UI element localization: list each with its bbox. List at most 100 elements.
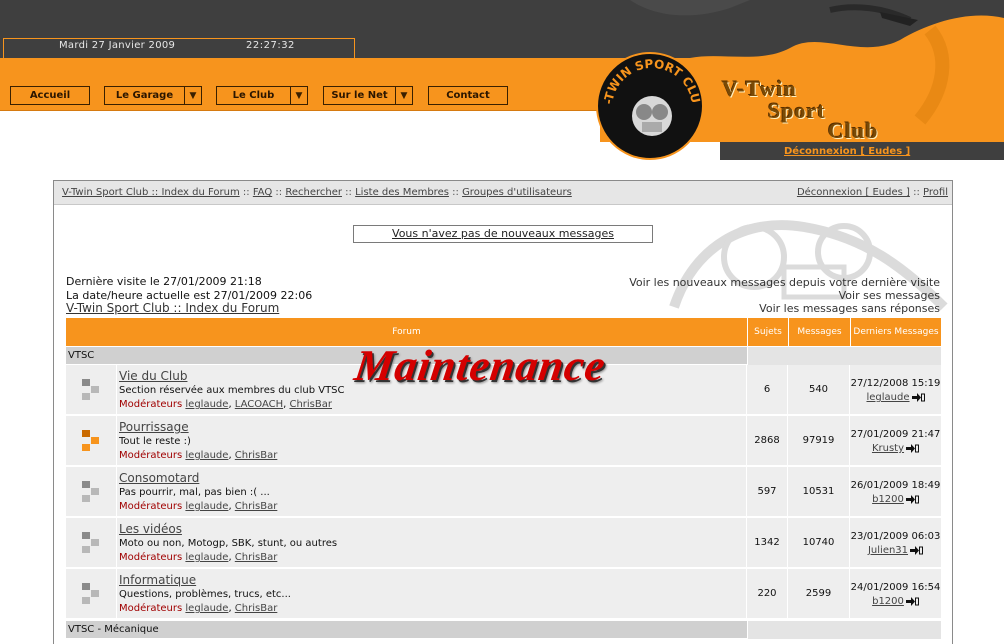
- forum-row[interactable]: Consomotard Pas pourrir, mal, pas bien :(…: [66, 467, 941, 518]
- forum-row[interactable]: Pourrissage Tout le reste :) Modérateurs l…: [66, 416, 941, 467]
- forum-no-new-posts-icon: [82, 531, 99, 553]
- last-post-date: 24/01/2009 16:54: [850, 582, 941, 593]
- forum-status-cell: [66, 569, 116, 618]
- forum-description: Section réservée aux membres du club VTS…: [119, 385, 345, 396]
- forum-new-posts-icon: [82, 429, 99, 451]
- forum-moderators: Modérateurs leglaude, ChrisBar: [119, 603, 278, 614]
- forum-title-link[interactable]: Les vidéos: [119, 522, 182, 536]
- nav-separator: ::: [242, 187, 250, 198]
- moderator-link[interactable]: leglaude: [185, 552, 228, 563]
- last-post-author-line: leglaude: [850, 391, 941, 405]
- moderators-label: Modérateurs: [119, 501, 183, 512]
- moderator-link[interactable]: ChrisBar: [235, 501, 278, 512]
- moderator-link[interactable]: ChrisBar: [235, 450, 278, 461]
- last-post-author-link[interactable]: Krusty: [872, 443, 904, 454]
- last-post-author-link[interactable]: b1200: [872, 494, 904, 505]
- club-logo[interactable]: V-TWIN SPORT CLUB: [596, 52, 704, 160]
- link-member-list[interactable]: Liste des Membres: [355, 187, 449, 198]
- link-forum-index[interactable]: V-Twin Sport Club :: Index du Forum: [62, 187, 240, 198]
- nav-le-club-label: Le Club: [232, 90, 275, 101]
- chevron-down-icon[interactable]: ▼: [184, 87, 201, 104]
- forum-index-link[interactable]: V-Twin Sport Club :: Index du Forum: [66, 301, 279, 315]
- category-filler: [747, 347, 941, 365]
- last-post-date: 27/12/2008 15:19: [850, 378, 941, 389]
- nav-le-garage[interactable]: Le Garage ▼: [104, 86, 202, 105]
- nav-sur-le-net[interactable]: Sur le Net ▼: [323, 86, 413, 105]
- category-row[interactable]: VTSC - Mécanique: [66, 620, 941, 639]
- last-post-author-link[interactable]: Julien31: [868, 545, 908, 556]
- forum-last-post-cell: 24/01/2009 16:54 b1200: [850, 569, 941, 618]
- go-to-last-post-icon[interactable]: [906, 443, 920, 453]
- no-new-messages-link[interactable]: Vous n'avez pas de nouveaux messages: [353, 225, 653, 243]
- forum-top-nav: V-Twin Sport Club :: Index du Forum :: F…: [54, 181, 952, 205]
- category-label[interactable]: VTSC - Mécanique: [68, 624, 159, 635]
- forum-account-links: Déconnexion [ Eudes ] :: Profil: [797, 187, 948, 198]
- moderator-link[interactable]: ChrisBar: [235, 552, 278, 563]
- chevron-down-icon[interactable]: ▼: [395, 87, 412, 104]
- moderator-link[interactable]: leglaude: [185, 603, 228, 614]
- category-filler: [747, 621, 941, 639]
- nav-separator: ::: [913, 187, 920, 198]
- link-search[interactable]: Rechercher: [285, 187, 342, 198]
- forum-moderators: Modérateurs leglaude, ChrisBar: [119, 501, 278, 512]
- forum-moderators: Modérateurs leglaude, ChrisBar: [119, 552, 278, 563]
- nav-contact[interactable]: Contact: [428, 86, 508, 105]
- link-faq[interactable]: FAQ: [253, 187, 272, 198]
- forum-row[interactable]: Informatique Questions, problèmes, trucs,…: [66, 569, 941, 620]
- forum-last-post-cell: 27/12/2008 15:19 leglaude: [850, 365, 941, 414]
- go-to-last-post-icon[interactable]: [905, 596, 919, 606]
- forum-no-new-posts-icon: [82, 582, 99, 604]
- go-to-last-post-icon[interactable]: [905, 494, 919, 504]
- date-box: [3, 38, 355, 58]
- moderator-link[interactable]: LACOACH: [235, 399, 283, 410]
- forum-info-cell: Pourrissage Tout le reste :) Modérateurs l…: [117, 416, 746, 465]
- forum-info-cell: Les vidéos Moto ou non, Motogp, SBK, stun…: [117, 518, 746, 567]
- link-new-since-last-visit[interactable]: Voir les nouveaux messages depuis votre …: [629, 276, 940, 289]
- forum-title-link[interactable]: Pourrissage: [119, 420, 189, 434]
- moderators-label: Modérateurs: [119, 450, 183, 461]
- last-post-author-line: Julien31: [850, 544, 941, 558]
- moderators-label: Modérateurs: [119, 552, 183, 563]
- go-to-last-post-icon[interactable]: [911, 392, 925, 402]
- link-logout[interactable]: Déconnexion [ Eudes ]: [797, 187, 910, 198]
- moderator-link[interactable]: leglaude: [185, 399, 228, 410]
- forum-status-cell: [66, 518, 116, 567]
- last-post-author-link[interactable]: b1200: [872, 596, 904, 607]
- moderator-link[interactable]: ChrisBar: [289, 399, 332, 410]
- forum-last-post-cell: 27/01/2009 21:47 Krusty: [850, 416, 941, 465]
- chevron-down-icon[interactable]: ▼: [290, 87, 307, 104]
- nav-separator: ::: [452, 187, 459, 198]
- go-to-last-post-icon[interactable]: [910, 545, 924, 555]
- moderator-link[interactable]: ChrisBar: [235, 603, 278, 614]
- moderators-label: Modérateurs: [119, 603, 183, 614]
- category-label[interactable]: VTSC: [68, 350, 94, 361]
- forum-message-count: 10531: [788, 467, 849, 516]
- last-post-author-link[interactable]: leglaude: [866, 392, 909, 403]
- brand-word-sport: Sport: [768, 98, 826, 123]
- forum-status-cell: [66, 467, 116, 516]
- link-user-groups[interactable]: Groupes d'utilisateurs: [462, 187, 572, 198]
- nav-le-club[interactable]: Le Club ▼: [216, 86, 308, 105]
- link-profile[interactable]: Profil: [923, 187, 948, 198]
- moderator-link[interactable]: leglaude: [185, 501, 228, 512]
- forum-message-count: 2599: [788, 569, 849, 618]
- nav-separator: ::: [275, 187, 283, 198]
- link-own-messages[interactable]: Voir ses messages: [839, 289, 940, 302]
- forum-message-count: 540: [788, 365, 849, 414]
- forum-description: Tout le reste :): [119, 436, 191, 447]
- col-last-header: Derniers Messages: [850, 318, 941, 346]
- header-logout-link[interactable]: Déconnexion [ Eudes ]: [784, 146, 910, 157]
- nav-separator: ::: [345, 187, 352, 198]
- forum-info-cell: Consomotard Pas pourrir, mal, pas bien :(…: [117, 467, 746, 516]
- forum-title-link[interactable]: Vie du Club: [119, 369, 187, 383]
- nav-accueil[interactable]: Accueil: [10, 86, 90, 105]
- forum-row[interactable]: Les vidéos Moto ou non, Motogp, SBK, stun…: [66, 518, 941, 569]
- forum-title-link[interactable]: Consomotard: [119, 471, 199, 485]
- forum-topic-count: 597: [747, 467, 787, 516]
- nav-contact-label: Contact: [446, 90, 490, 101]
- link-unanswered-messages[interactable]: Voir les messages sans réponses: [759, 302, 940, 315]
- nav-sur-le-net-label: Sur le Net: [331, 90, 388, 101]
- forum-title-link[interactable]: Informatique: [119, 573, 196, 587]
- forum-topic-count: 2868: [747, 416, 787, 465]
- moderator-link[interactable]: leglaude: [185, 450, 228, 461]
